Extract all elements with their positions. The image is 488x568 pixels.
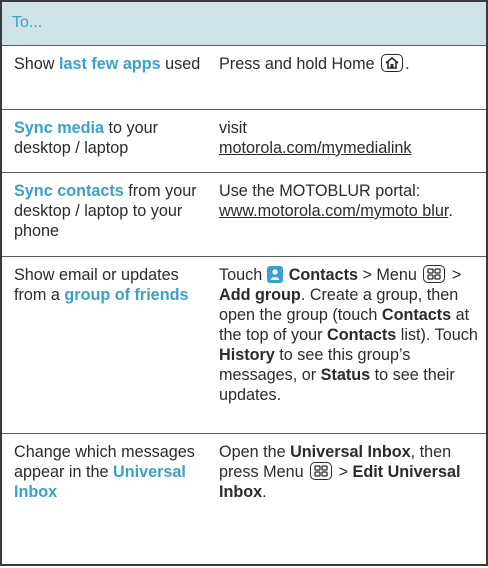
menu-icon — [310, 462, 333, 480]
instruction-cell: Use the MOTOBLUR portal: www.motorola.co… — [205, 173, 486, 256]
tips-table: To... Show last few apps used Press and … — [0, 0, 488, 566]
mymotoblur-link[interactable]: www.motorola.com/mymoto blur — [219, 202, 448, 220]
action-text: Show — [14, 55, 59, 73]
contacts-icon — [266, 266, 283, 283]
action-cell: Sync media to your desktop / laptop — [2, 110, 205, 172]
table-row: Sync contacts from your desktop / laptop… — [2, 173, 486, 257]
action-cell: Show last few apps used — [2, 46, 205, 109]
instruction-bold: Contacts — [288, 266, 358, 284]
action-highlight: group of friends — [64, 286, 189, 304]
instruction-text: list). Touch — [396, 326, 478, 344]
instruction-text: Use the MOTOBLUR portal: — [219, 182, 421, 200]
table-row: Show email or updates from a group of fr… — [2, 257, 486, 434]
table-row: Sync media to your desktop / laptop visi… — [2, 110, 486, 173]
action-cell: Change which messages appear in the Univ… — [2, 434, 205, 568]
action-highlight: last few apps — [59, 55, 161, 73]
instruction-cell: Touch Contacts > Menu > Add group. Creat… — [205, 257, 486, 433]
instruction-bold: History — [219, 346, 275, 364]
instruction-text: > — [334, 463, 353, 481]
instruction-text: Open the — [219, 443, 291, 461]
instruction-bold: Contacts — [327, 326, 397, 344]
instruction-text: > — [447, 266, 462, 284]
instruction-cell: Press and hold Home . — [205, 46, 486, 109]
action-highlight: Sync contacts — [14, 182, 124, 200]
action-text: used — [160, 55, 201, 73]
instruction-text: . — [448, 202, 453, 220]
instruction-text: Press and hold Home — [219, 55, 375, 73]
instruction-bold: Universal Inbox — [290, 443, 411, 461]
table-header: To... — [2, 2, 486, 46]
home-icon — [381, 54, 404, 72]
instruction-text: Touch — [219, 266, 267, 284]
instruction-bold: Status — [320, 366, 371, 384]
menu-icon — [423, 265, 446, 283]
instruction-cell: Open the Universal Inbox, then press Men… — [205, 434, 486, 568]
instruction-cell: visit motorola.com/mymedialink — [205, 110, 486, 172]
action-cell: Show email or updates from a group of fr… — [2, 257, 205, 433]
instruction-text: visit — [219, 119, 247, 137]
instruction-text: . — [262, 483, 267, 501]
instruction-bold: Contacts — [381, 306, 452, 324]
instruction-text: > Menu — [357, 266, 422, 284]
instruction-bold: Add group — [219, 286, 301, 304]
instruction-text: . — [405, 55, 410, 73]
table-row: Show last few apps used Press and hold H… — [2, 46, 486, 110]
header-label: To... — [12, 14, 43, 31]
mymedialink-link[interactable]: motorola.com/mymedialink — [219, 138, 478, 158]
action-highlight: Sync media — [14, 119, 104, 137]
action-cell: Sync contacts from your desktop / laptop… — [2, 173, 205, 256]
table-row: Change which messages appear in the Univ… — [2, 434, 486, 568]
